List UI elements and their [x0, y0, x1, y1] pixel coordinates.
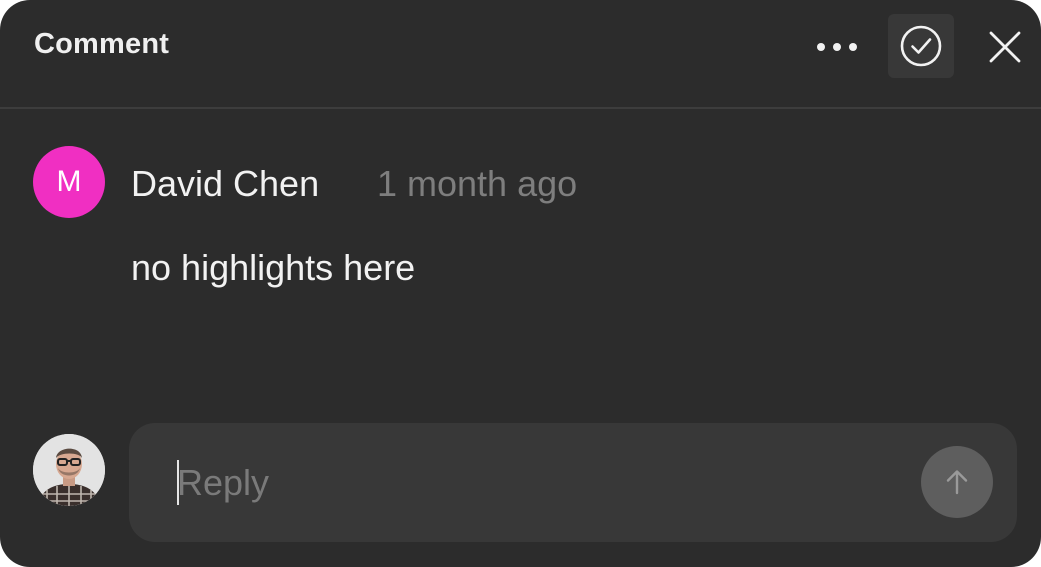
comment-timestamp: 1 month ago	[377, 163, 578, 204]
reply-box	[129, 423, 1017, 542]
text-cursor	[177, 460, 179, 505]
send-button[interactable]	[921, 446, 993, 518]
comment-author: David Chen	[131, 163, 320, 204]
check-circle-icon	[900, 25, 942, 67]
current-user-avatar	[33, 434, 105, 506]
reply-input[interactable]	[177, 459, 897, 507]
arrow-up-icon	[946, 470, 968, 495]
author-avatar: M	[33, 146, 105, 218]
comment-text: no highlights here	[131, 247, 416, 288]
panel-title: Comment	[34, 28, 170, 60]
more-options-button[interactable]	[806, 24, 868, 70]
close-button[interactable]	[982, 24, 1028, 70]
resolve-button[interactable]	[888, 14, 954, 78]
close-icon	[989, 31, 1021, 63]
more-horizontal-icon	[817, 43, 825, 51]
comment-header: Comment	[0, 0, 1041, 109]
comment-panel: Comment M David Chen 1 month ago no high…	[0, 0, 1041, 567]
